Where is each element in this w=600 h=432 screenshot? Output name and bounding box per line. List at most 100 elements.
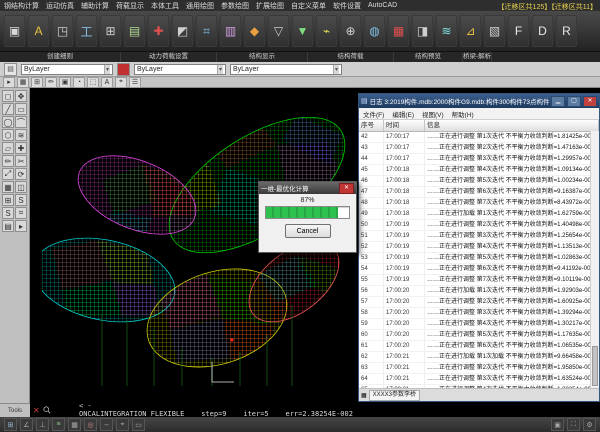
ribbon-tool-icon[interactable]: ◳ [52, 15, 73, 47]
status-toggle-icon[interactable]: ⊞ [4, 418, 17, 431]
workspace-tabs[interactable]: 【迁移区共125】【迁移区共11】 [498, 2, 597, 12]
log-table[interactable]: 序号 时间 信息 42 17:00:17 ……正在进行调整 第1次迭代 不平衡力… [359, 120, 599, 388]
ribbon-tool-icon[interactable]: ◨ [412, 15, 433, 47]
close-icon[interactable]: ✕ [339, 183, 354, 194]
status-toggle-icon[interactable]: ◎ [84, 418, 97, 431]
linetype-select[interactable]: ByLayer ▾ [230, 64, 342, 75]
draw-tool-icon[interactable]: ⬡ [2, 129, 14, 141]
ribbon-tool-icon[interactable]: ⊿ [460, 15, 481, 47]
table-row[interactable]: 65 17:00:21 ……正在进行调整 第4次迭代 不平衡力收敛判断=1.38… [359, 385, 599, 388]
menu-item[interactable]: 辅助计算 [81, 1, 109, 11]
menu-item[interactable]: 软件设置 [333, 1, 361, 11]
draw-tool-icon[interactable]: ▭ [15, 103, 27, 115]
table-row[interactable]: 52 17:00:19 ……正在进行调整 第4次迭代 不平衡力收敛判断=1.13… [359, 242, 599, 253]
table-row[interactable]: 51 17:00:19 ……正在进行调整 第3次迭代 不平衡力收敛判断=1.25… [359, 231, 599, 242]
log-menu-item[interactable]: 编辑(E) [392, 109, 414, 119]
close-button[interactable]: ✕ [583, 96, 597, 107]
table-row[interactable]: 62 17:00:21 ……正在进行加载 第1次加载 不平衡力收敛判断=9.66… [359, 352, 599, 363]
table-row[interactable]: 48 17:00:18 ……正在进行调整 第7次迭代 不平衡力收敛判断=8.43… [359, 198, 599, 209]
table-row[interactable]: 59 17:00:20 ……正在进行调整 第4次迭代 不平衡力收敛判断=1.30… [359, 319, 599, 330]
table-row[interactable]: 57 17:00:20 ……正在进行调整 第2次迭代 不平衡力收敛判断=1.60… [359, 297, 599, 308]
menu-item[interactable]: AutoCAD [368, 2, 397, 9]
scrollbar-thumb[interactable] [592, 346, 598, 386]
menu-item[interactable]: 本体工具 [151, 1, 179, 11]
ribbon-tool-icon[interactable]: D [532, 15, 553, 47]
toolbar-icon[interactable]: ▣ [59, 77, 71, 88]
layer-icon[interactable]: ▤ [4, 63, 17, 76]
fullscreen-icon[interactable]: ⛶ [567, 418, 580, 431]
table-row[interactable]: 49 17:00:18 ……正在进行加载 第1次迭代 不平衡力收敛判断=1.62… [359, 209, 599, 220]
ribbon-tool-icon[interactable]: ▦ [388, 15, 409, 47]
draw-tool-icon[interactable]: ◻ [2, 90, 14, 102]
table-row[interactable]: 56 17:00:20 ……正在进行加载 第1次迭代 不平衡力收敛判断=1.92… [359, 286, 599, 297]
status-toggle-icon[interactable]: ∠ [20, 418, 33, 431]
ribbon-tool-icon[interactable]: ⊕ [340, 15, 361, 47]
ribbon-tool-icon[interactable]: R [556, 15, 577, 47]
table-row[interactable]: 47 17:00:18 ……正在进行调整 第6次迭代 不平衡力收敛判断=9.16… [359, 187, 599, 198]
toolbar-icon[interactable]: ▸ [3, 77, 15, 88]
menu-item[interactable]: 钢结构计算 [4, 1, 39, 11]
draw-tool-icon[interactable]: ╱ [2, 103, 14, 115]
ribbon-tool-icon[interactable]: ◍ [364, 15, 385, 47]
ribbon-tool-icon[interactable]: ▼ [292, 15, 313, 47]
lock-icon[interactable]: ▣ [551, 418, 564, 431]
draw-tool-icon[interactable]: ▱ [2, 142, 14, 154]
ribbon-group-label[interactable]: 动力荷载设置 [121, 52, 217, 62]
cancel-button[interactable]: Cancel [285, 224, 331, 238]
tools-palette-tab[interactable]: Tools [0, 403, 30, 418]
table-row[interactable]: 44 17:00:17 ……正在进行调整 第3次迭代 不平衡力收敛判断=1.29… [359, 154, 599, 165]
log-menu-item[interactable]: 帮助(H) [452, 109, 474, 119]
draw-tool-icon[interactable]: ⌒ [15, 116, 27, 128]
draw-tool-icon[interactable]: S [15, 194, 27, 206]
table-row[interactable]: 53 17:00:19 ……正在进行调整 第5次迭代 不平衡力收敛判断=1.02… [359, 253, 599, 264]
maximize-button[interactable]: ▢ [567, 96, 581, 107]
draw-tool-icon[interactable]: ▦ [2, 181, 14, 193]
toolbar-icon[interactable]: ⊞ [31, 77, 43, 88]
ribbon-tool-icon[interactable]: ▤ [124, 15, 145, 47]
table-row[interactable]: 64 17:00:21 ……正在进行调整 第3次迭代 不平衡力收敛判断=1.63… [359, 374, 599, 385]
ribbon-tool-icon[interactable]: ◩ [172, 15, 193, 47]
table-row[interactable]: 42 17:00:17 ……正在进行调整 第1次迭代 不平衡力收敛判断=1.81… [359, 132, 599, 143]
status-toggle-icon[interactable]: ▦ [68, 418, 81, 431]
status-toggle-icon[interactable]: ▭ [132, 418, 145, 431]
menu-item[interactable]: 扩展绘图 [256, 1, 284, 11]
ribbon-tool-icon[interactable]: ◆ [244, 15, 265, 47]
layer-select[interactable]: ByLayer ▾ [21, 64, 113, 75]
log-bottom-tab[interactable]: XXXX3参数李桥 [369, 390, 420, 401]
close-icon[interactable]: ✕ [33, 406, 40, 415]
ribbon-tool-icon[interactable]: ⊞ [100, 15, 121, 47]
status-toggle-icon[interactable]: ⊥ [36, 418, 49, 431]
column-header-no[interactable]: 序号 [359, 120, 384, 131]
toolbar-icon[interactable]: ▦ [17, 77, 29, 88]
ribbon-group-label[interactable]: 桥梁-解析 [463, 52, 492, 62]
table-row[interactable]: 43 17:00:17 ……正在进行调整 第2次迭代 不平衡力收敛判断=1.47… [359, 143, 599, 154]
table-row[interactable]: 50 17:00:19 ……正在进行调整 第2次迭代 不平衡力收敛判断=1.40… [359, 220, 599, 231]
ribbon-tool-icon[interactable]: ⌁ [316, 15, 337, 47]
status-toggle-icon[interactable]: ⌖ [116, 418, 129, 431]
draw-tool-icon[interactable]: ▸ [15, 220, 27, 232]
search-icon[interactable] [43, 406, 51, 414]
draw-tool-icon[interactable]: ▤ [2, 220, 14, 232]
status-toggle-icon[interactable]: ↔ [100, 418, 113, 431]
color-select[interactable]: ByLayer ▾ [134, 64, 226, 75]
ribbon-tool-icon[interactable]: A [28, 15, 49, 47]
ribbon-tool-icon[interactable]: ≋ [436, 15, 457, 47]
table-row[interactable]: 54 17:00:19 ……正在进行调整 第6次迭代 不平衡力收敛判断=9.41… [359, 264, 599, 275]
draw-tool-icon[interactable]: ⟳ [15, 168, 27, 180]
ribbon-tool-icon[interactable]: ▥ [220, 15, 241, 47]
draw-tool-icon[interactable]: ◫ [15, 181, 27, 193]
ribbon-group-label[interactable]: 结构预览 [394, 52, 463, 62]
draw-tool-icon[interactable]: S [2, 207, 14, 219]
command-line[interactable]: ✕ < - ONCALINTEGRATION_FLEXIBLE step=9 i… [30, 403, 600, 417]
draw-tool-icon[interactable]: ✥ [15, 90, 27, 102]
gear-icon[interactable]: ⚙ [583, 418, 596, 431]
table-row[interactable]: 61 17:00:20 ……正在进行调整 第6次迭代 不平衡力收敛判断=1.06… [359, 341, 599, 352]
log-window-titlebar[interactable]: ▤ 日志 3:2019构件.mdb:2000构件G9.mdb:构件300构件73… [359, 94, 599, 108]
color-swatch-icon[interactable] [117, 63, 130, 76]
menu-item[interactable]: 通用绘图 [186, 1, 214, 11]
minimize-button[interactable]: ▁ [551, 96, 565, 107]
column-header-msg[interactable]: 信息 [425, 120, 599, 131]
draw-tool-icon[interactable]: ⌗ [15, 207, 27, 219]
ribbon-tool-icon[interactable]: ▣ [4, 15, 25, 47]
toolbar-icon[interactable]: ⬚ [87, 77, 99, 88]
